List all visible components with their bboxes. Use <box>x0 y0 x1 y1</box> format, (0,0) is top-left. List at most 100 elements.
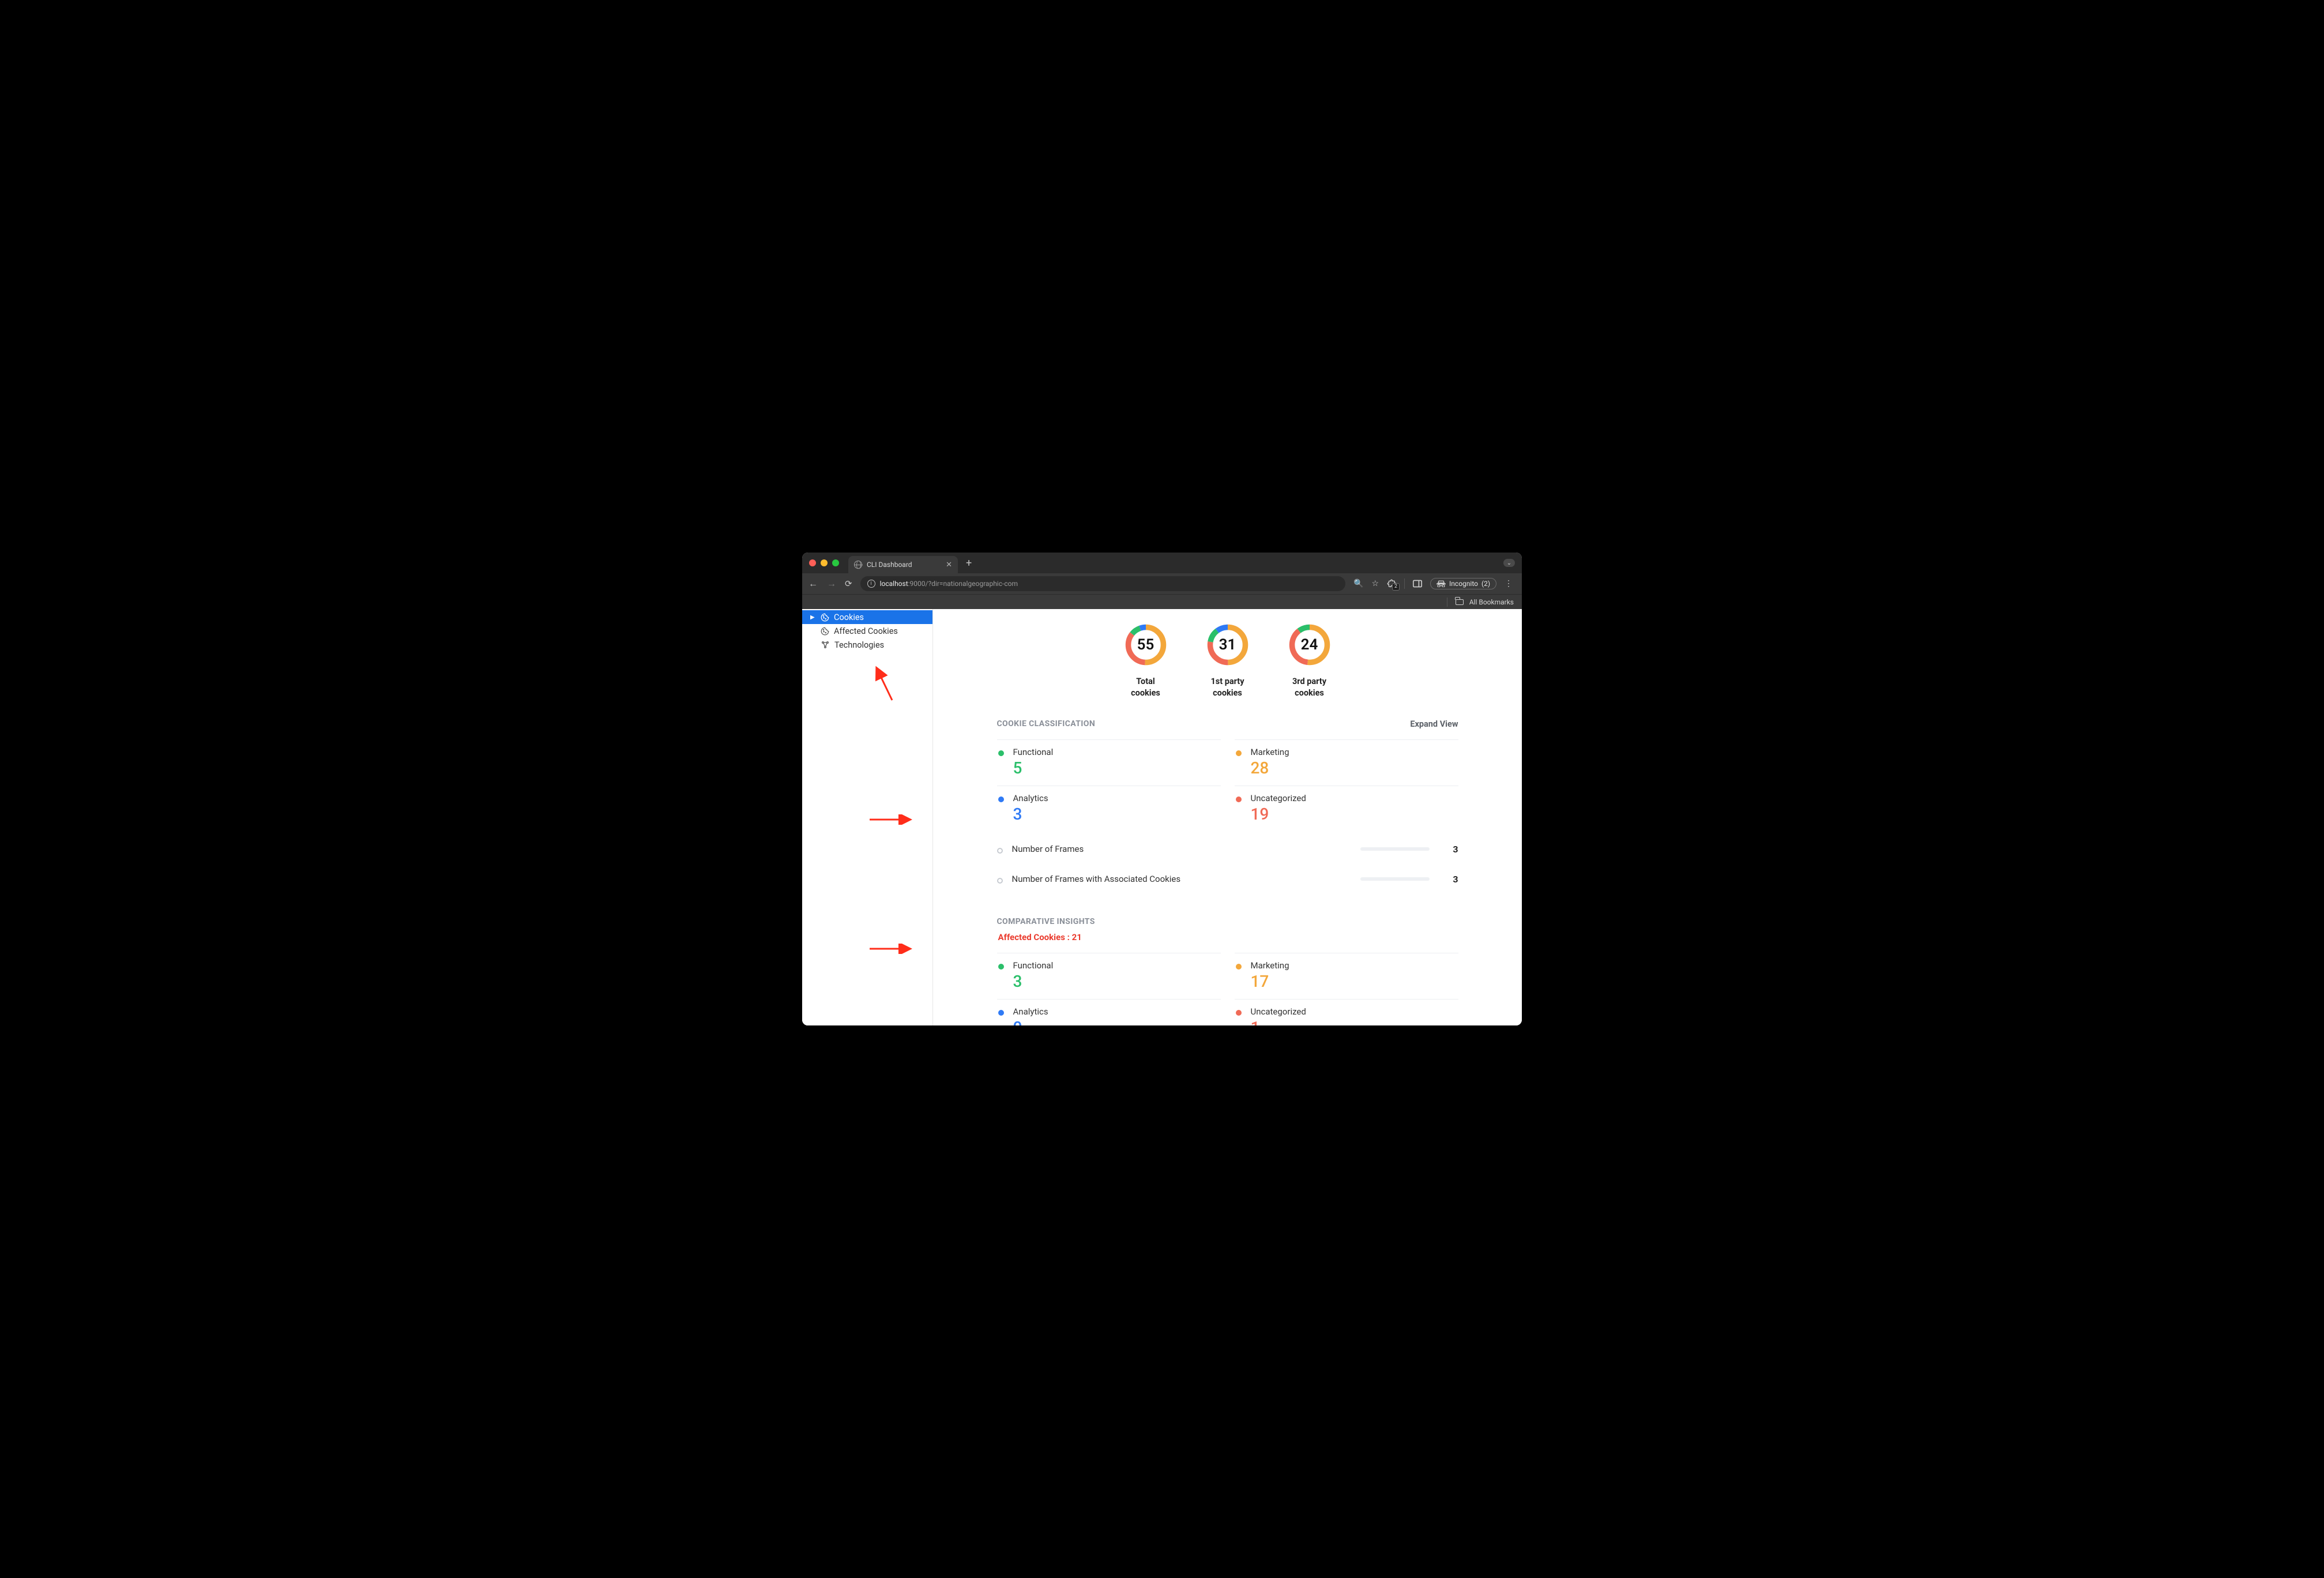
dot-icon <box>1236 1010 1242 1016</box>
page-content: ▶ Cookies ▶ Affected Cookies <box>802 609 1522 1025</box>
browser-tab[interactable]: CLI Dashboard ✕ <box>848 556 958 573</box>
class-name: Marketing <box>1251 960 1289 971</box>
dot-icon <box>1236 964 1242 970</box>
class-value: 3 <box>1013 805 1048 824</box>
comp-row-uncategorized: Uncategorized 1 <box>1235 999 1458 1025</box>
expand-view-button[interactable]: Expand View <box>1410 719 1458 729</box>
url-text: localhost:9000/?dir=nationalgeographic-c… <box>880 580 1018 588</box>
dot-icon <box>998 796 1004 802</box>
bookmarks-bar: All Bookmarks <box>802 594 1522 609</box>
summary-donuts: 55 Totalcookies <box>933 622 1522 700</box>
chevron-right-icon: ▶ <box>810 614 816 621</box>
frame-value: 3 <box>1449 874 1458 885</box>
progress-bar <box>1360 877 1430 881</box>
donut-first-party: 31 1st partycookies <box>1200 622 1255 700</box>
sidebar-item-technologies[interactable]: ▶ Technologies <box>802 638 932 652</box>
section-title: COMPARATIVE INSIGHTS <box>997 917 1458 926</box>
incognito-count: (2) <box>1481 580 1490 588</box>
class-value: 17 <box>1251 972 1289 991</box>
toolbar-right: 🔍 ☆ 2 Incognito (2) ⋮ <box>1353 578 1516 589</box>
new-tab-button[interactable]: + <box>966 557 972 569</box>
progress-bar <box>1360 847 1430 851</box>
class-name: Marketing <box>1251 747 1289 757</box>
zoom-icon[interactable]: 🔍 <box>1353 579 1363 588</box>
affected-cookies-heading: Affected Cookies : 21 <box>998 932 1458 942</box>
class-name: Analytics <box>1013 793 1048 803</box>
class-name: Uncategorized <box>1251 1006 1306 1017</box>
comp-row-functional: Functional 3 <box>997 953 1221 999</box>
nav-forward-icon[interactable]: → <box>826 578 837 589</box>
donut-total-cookies: 55 Totalcookies <box>1118 622 1174 700</box>
section-title: COOKIE CLASSIFICATION <box>997 719 1096 728</box>
toolbar: ← → ⟳ i localhost:9000/?dir=nationalgeog… <box>802 573 1522 594</box>
tab-title: CLI Dashboard <box>867 561 941 569</box>
cookie-icon <box>821 627 829 636</box>
technologies-icon <box>821 640 830 649</box>
address-bar[interactable]: i localhost:9000/?dir=nationalgeographic… <box>860 576 1345 591</box>
donut-label: 1st partycookies <box>1210 676 1244 700</box>
donut-value: 31 <box>1205 622 1251 668</box>
frame-label: Number of Frames with Associated Cookies <box>1012 874 1351 884</box>
dot-icon <box>1236 796 1242 802</box>
comp-row-marketing: Marketing 17 <box>1235 953 1458 999</box>
window-maximize[interactable] <box>832 559 839 566</box>
sidebar-item-label: Cookies <box>834 613 864 622</box>
sidebar: ▶ Cookies ▶ Affected Cookies <box>802 609 933 1025</box>
frames-with-cookies-row: Number of Frames with Associated Cookies… <box>997 864 1458 894</box>
class-row-analytics: Analytics 3 <box>997 786 1221 832</box>
donut-value: 24 <box>1287 622 1333 668</box>
comp-row-analytics: Analytics 0 <box>997 999 1221 1025</box>
globe-icon <box>854 561 862 569</box>
reload-icon[interactable]: ⟳ <box>845 578 852 589</box>
tab-close-icon[interactable]: ✕ <box>946 561 952 569</box>
tabs-overflow-button[interactable]: ⌄ <box>1503 559 1515 567</box>
frames-row: Number of Frames 3 <box>997 834 1458 864</box>
donut-label: Totalcookies <box>1131 676 1160 700</box>
bookmark-star-icon[interactable]: ☆ <box>1371 579 1379 588</box>
cookie-classification-section: COOKIE CLASSIFICATION Expand View Functi… <box>997 719 1458 1025</box>
class-value: 0 <box>1013 1018 1048 1025</box>
extensions-icon[interactable]: 2 <box>1387 579 1396 588</box>
side-panel-icon[interactable] <box>1413 580 1422 588</box>
main-panel: 55 Totalcookies <box>933 609 1522 1025</box>
ring-icon <box>997 878 1003 884</box>
class-row-functional: Functional 5 <box>997 739 1221 786</box>
separator <box>1404 578 1405 589</box>
sidebar-item-cookies[interactable]: ▶ Cookies <box>802 610 932 624</box>
class-row-uncategorized: Uncategorized 19 <box>1235 786 1458 832</box>
folder-icon <box>1456 599 1464 605</box>
site-info-icon[interactable]: i <box>867 580 875 588</box>
class-value: 5 <box>1013 758 1054 777</box>
dot-icon <box>998 1010 1004 1016</box>
class-value: 3 <box>1013 972 1054 991</box>
donut-third-party: 24 3rd partycookies <box>1282 622 1337 700</box>
class-name: Functional <box>1013 960 1054 971</box>
class-name: Analytics <box>1013 1006 1048 1017</box>
incognito-indicator[interactable]: Incognito (2) <box>1430 578 1496 589</box>
titlebar: CLI Dashboard ✕ + ⌄ <box>802 553 1522 573</box>
class-value: 28 <box>1251 758 1289 777</box>
donut-label: 3rd partycookies <box>1292 676 1326 700</box>
class-name: Functional <box>1013 747 1054 757</box>
window-minimize[interactable] <box>821 559 828 566</box>
all-bookmarks-button[interactable]: All Bookmarks <box>1469 598 1514 606</box>
window-controls <box>809 559 839 566</box>
cookie-icon <box>821 613 829 622</box>
class-name: Uncategorized <box>1251 793 1306 803</box>
window-close[interactable] <box>809 559 816 566</box>
class-value: 1 <box>1251 1018 1306 1025</box>
sidebar-item-label: Technologies <box>834 640 884 650</box>
browser-window: CLI Dashboard ✕ + ⌄ ← → ⟳ i localhost:90… <box>802 553 1522 1025</box>
dot-icon <box>998 964 1004 970</box>
incognito-label: Incognito <box>1449 580 1478 588</box>
class-row-marketing: Marketing 28 <box>1235 739 1458 786</box>
extensions-badge: 2 <box>1392 583 1400 591</box>
class-value: 19 <box>1251 805 1306 824</box>
dot-icon <box>998 750 1004 756</box>
dot-icon <box>1236 750 1242 756</box>
nav-back-icon[interactable]: ← <box>808 578 818 589</box>
kebab-menu-icon[interactable]: ⋮ <box>1505 579 1514 588</box>
frame-value: 3 <box>1449 844 1458 855</box>
sidebar-item-affected-cookies[interactable]: ▶ Affected Cookies <box>802 624 932 638</box>
frame-label: Number of Frames <box>1012 844 1351 854</box>
